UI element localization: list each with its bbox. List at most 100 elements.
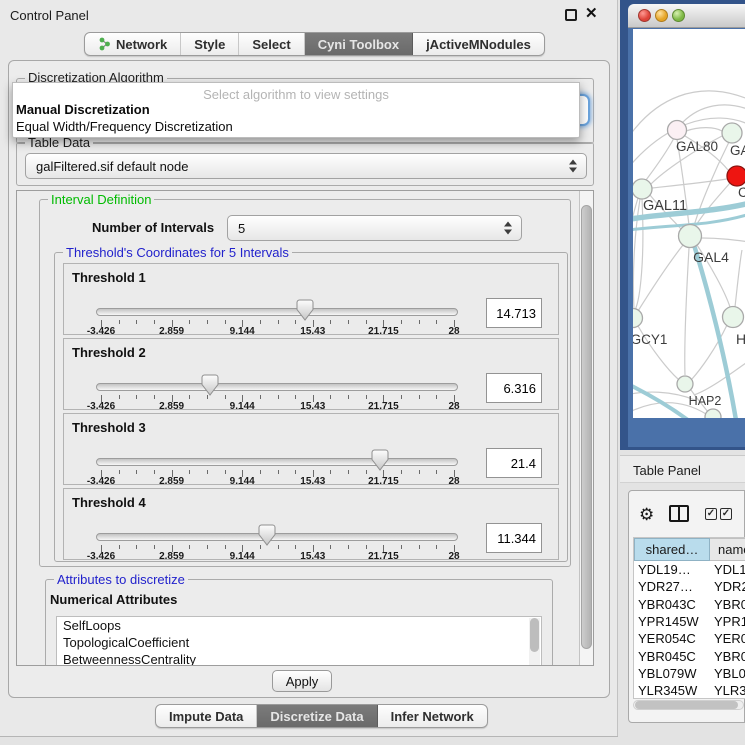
slider-thumb[interactable] (371, 449, 389, 471)
slider-tick (207, 545, 208, 549)
slider-tick (401, 470, 402, 474)
slider-scale-label: 15.43 (300, 326, 325, 337)
settings-vertical-scrollbar[interactable] (579, 191, 593, 665)
slider-scale-label: 28 (448, 551, 459, 562)
node-gal80[interactable] (668, 121, 687, 140)
slider-thumb[interactable] (201, 374, 219, 396)
algorithm-dropdown-popup: Select algorithm to view settings Manual… (12, 82, 580, 138)
slider-tick (225, 320, 226, 324)
table-row[interactable]: YBR043CYBR043C (634, 596, 745, 613)
scrollbar-thumb[interactable] (635, 701, 738, 709)
slider-tick (330, 470, 331, 474)
cell-name: YDR27… (714, 579, 745, 594)
float-window-icon[interactable] (565, 9, 577, 21)
slider-tick (295, 545, 296, 549)
slider-track[interactable] (96, 308, 458, 316)
attributes-list-scrollbar[interactable] (529, 618, 540, 666)
numerical-attributes-list[interactable]: SelfLoopsTopologicalCoefficientBetweenne… (56, 616, 542, 666)
slider-scale-label: 9.144 (230, 476, 255, 487)
threshold-value-field[interactable]: 21.4 (486, 448, 542, 478)
slider-scale-label: 21.715 (368, 551, 399, 562)
tab-infer-network[interactable]: Infer Network (378, 705, 487, 727)
slider-scale-label: 2.859 (159, 401, 184, 412)
control-panel-window: Control Panel ✕ Network Style Select Cyn… (0, 0, 618, 737)
slider-scale-label: 21.715 (368, 326, 399, 337)
slider-scale-label: 28 (448, 326, 459, 337)
threshold-value-field[interactable]: 6.316 (486, 373, 542, 403)
attribute-list-item[interactable]: SelfLoops (57, 617, 541, 634)
node-red-selected[interactable] (727, 166, 745, 186)
apply-button[interactable]: Apply (272, 670, 332, 692)
node-top-right[interactable] (722, 123, 742, 143)
slider-track[interactable] (96, 383, 458, 391)
table-row[interactable]: YDR27…YDR27… (634, 578, 745, 595)
node-hap2[interactable] (677, 376, 693, 392)
slider-tick (295, 470, 296, 474)
cell-shared-name: YBL079W (638, 666, 708, 681)
slider-thumb[interactable] (258, 524, 276, 546)
table-row[interactable]: YDL19…YDL19… (634, 561, 745, 578)
slider-tick (225, 545, 226, 549)
slider-tick (330, 545, 331, 549)
table-browser-window: ⚙ ✓ ✓ shared… name YDL19…YDL19…YDR27…YDR… (628, 490, 745, 723)
slider-tick (278, 470, 279, 474)
slider-tick (419, 470, 420, 474)
slider-scale-label: 2.859 (159, 476, 184, 487)
table-row[interactable]: YLR345WYLR345W (634, 682, 745, 699)
threshold-value-field[interactable]: 11.344 (486, 523, 542, 553)
node-gal4[interactable] (679, 225, 702, 248)
node-bottom-partial[interactable] (705, 409, 721, 425)
slider-scale-label: 9.144 (230, 326, 255, 337)
slider-tick (119, 395, 120, 399)
network-canvas[interactable]: GAL80 GA C GAL11 GAL4 GCY1 H HAP2 (620, 0, 745, 455)
slider-track[interactable] (96, 458, 458, 466)
cell-shared-name: YBR045C (638, 649, 708, 664)
slider-thumb[interactable] (296, 299, 314, 321)
node-mid-right[interactable] (723, 307, 744, 328)
slider-tick (330, 320, 331, 324)
table-row[interactable]: YER054CYER054C (634, 630, 745, 647)
attribute-list-item[interactable]: TopologicalCoefficient (57, 634, 541, 651)
number-of-intervals-value: 5 (238, 221, 245, 236)
cell-name: YBR043C (714, 597, 745, 612)
tab-style[interactable]: Style (181, 33, 239, 55)
slider-tick (419, 320, 420, 324)
tab-impute-data[interactable]: Impute Data (156, 705, 257, 727)
scrollbar-thumb[interactable] (581, 205, 592, 649)
checkbox-icon[interactable]: ✓ (705, 508, 717, 520)
tab-select[interactable]: Select (239, 33, 304, 55)
tab-jactivemnodules[interactable]: jActiveMNodules (413, 33, 544, 55)
cell-name: YPR145W (714, 614, 745, 629)
column-header-name[interactable]: name (710, 538, 745, 561)
tab-discretize-data[interactable]: Discretize Data (257, 705, 377, 727)
node-gal11[interactable] (632, 179, 652, 199)
checkbox-icon[interactable]: ✓ (720, 508, 732, 520)
table-row[interactable]: YPR145W YPR145W (634, 613, 745, 630)
columns-icon[interactable] (669, 505, 689, 522)
gear-icon[interactable]: ⚙ (639, 505, 654, 525)
popup-item-equal-width[interactable]: Equal Width/Frequency Discretization (16, 119, 233, 134)
slider-tick (278, 395, 279, 399)
number-of-intervals-combobox[interactable]: 5 (227, 215, 522, 241)
slider-scale-label: 9.144 (230, 551, 255, 562)
popup-item-manual-discretization[interactable]: Manual Discretization (16, 102, 150, 117)
table-horizontal-scrollbar[interactable] (633, 700, 744, 710)
slider-tick (189, 545, 190, 549)
table-row[interactable]: YBR045CYBR045C (634, 648, 745, 665)
tab-network[interactable]: Network (85, 33, 181, 55)
attribute-list-item[interactable]: BetweennessCentrality (57, 651, 541, 666)
column-header-shared-name[interactable]: shared… (634, 538, 710, 561)
cell-shared-name: YPR145W (638, 614, 708, 629)
threshold-value-field[interactable]: 14.713 (486, 298, 542, 328)
node-gcy1[interactable] (624, 309, 643, 328)
threshold-label: Threshold 2 (72, 345, 146, 360)
tab-cyni-toolbox[interactable]: Cyni Toolbox (305, 33, 413, 55)
slider-tick (366, 320, 367, 324)
popup-placeholder-item[interactable]: Select algorithm to view settings (13, 87, 579, 102)
table-row[interactable]: YBL079WYBL079W (634, 665, 745, 682)
slider-scale-label: 21.715 (368, 401, 399, 412)
table-data-combobox[interactable]: galFiltered.sif default node (25, 153, 587, 179)
slider-track[interactable] (96, 533, 458, 541)
close-icon[interactable]: ✕ (585, 4, 598, 22)
threshold-panel-3: Threshold 3-3.4262.8599.14415.4321.71528… (63, 413, 559, 485)
